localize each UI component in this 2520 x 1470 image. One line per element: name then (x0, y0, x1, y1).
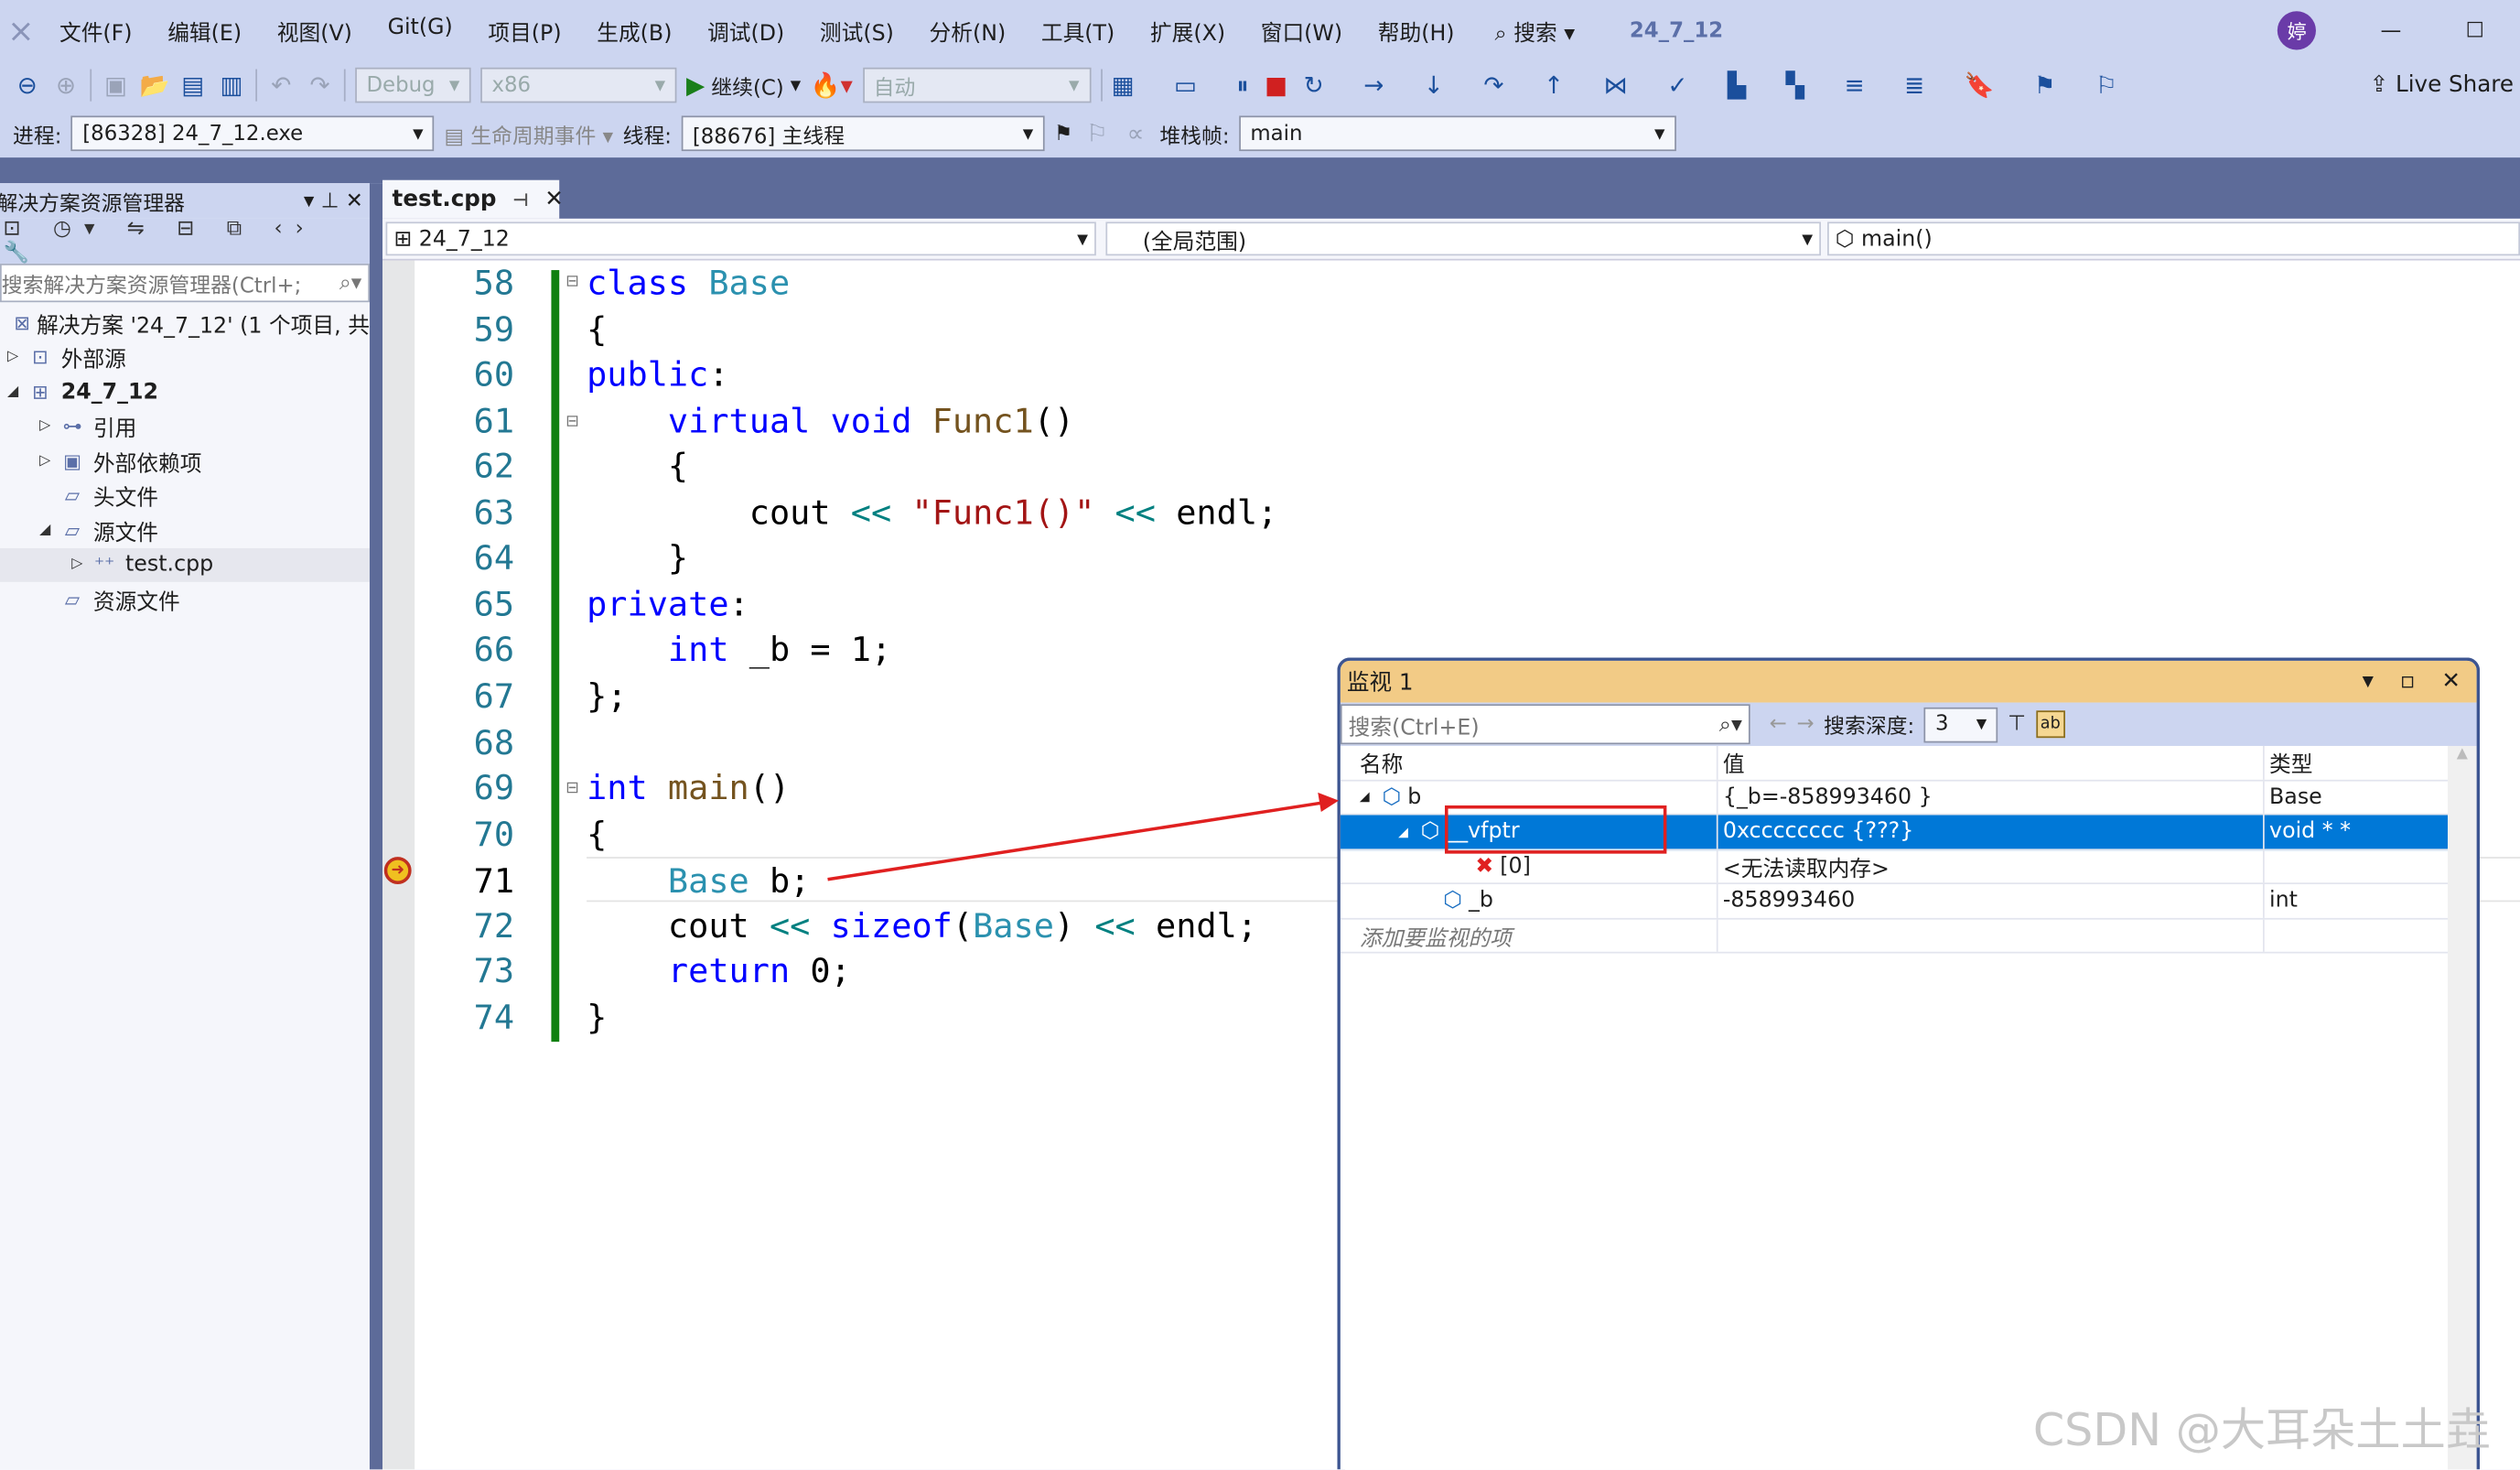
annotation-arrow (827, 800, 1327, 881)
annotation-highlight-box (1445, 805, 1667, 854)
annotation-layer (827, 792, 1667, 881)
annotation-arrowhead (1318, 792, 1340, 812)
watermark: CSDN @大耳朵土土垚 (2032, 1403, 2491, 1457)
